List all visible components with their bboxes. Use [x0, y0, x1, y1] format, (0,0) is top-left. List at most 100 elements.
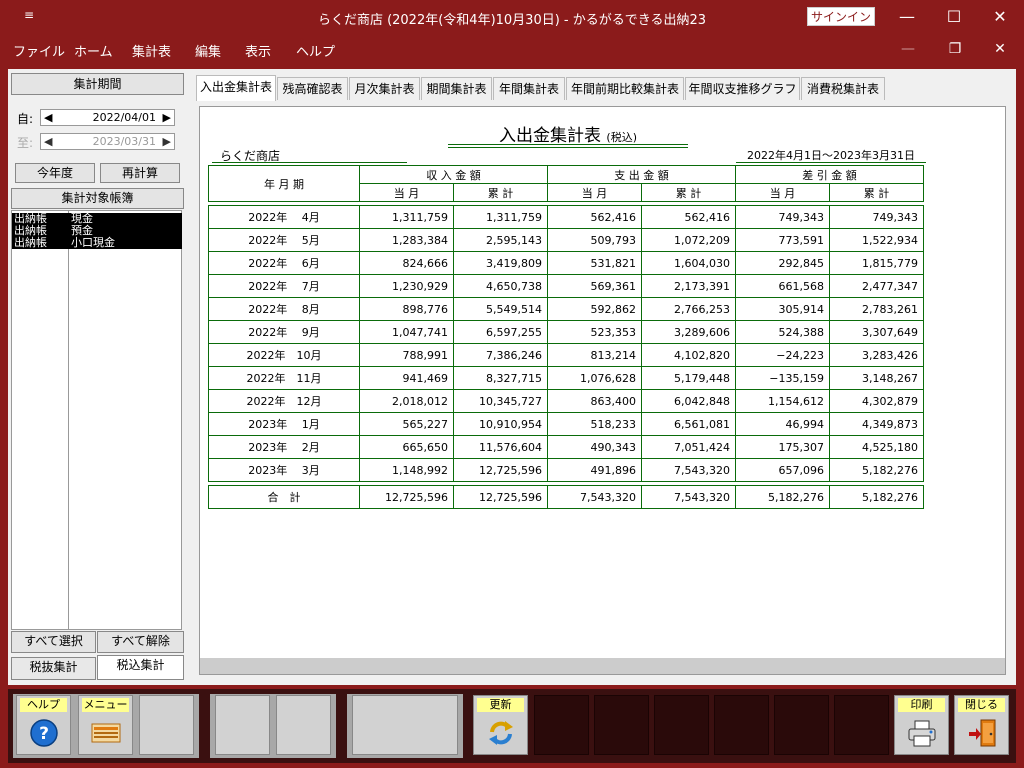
row-value: 824,666 — [359, 251, 454, 275]
row-value: 490,343 — [547, 435, 642, 459]
empty-button-1 — [139, 695, 194, 755]
target-books-button[interactable]: 集計対象帳簿 — [11, 188, 184, 209]
empty-button-9 — [774, 695, 829, 755]
this-year-button[interactable]: 今年度 — [15, 163, 95, 183]
tax-excluded-tab[interactable]: 税抜集計 — [11, 657, 96, 680]
row-value: 10,345,727 — [453, 389, 548, 413]
from-date-field[interactable]: ◀ 2022/04/01 ▶ — [40, 109, 175, 126]
select-all-button[interactable]: すべて選択 — [11, 631, 96, 653]
close-button[interactable]: ✕ — [980, 4, 1020, 30]
to-prev-icon[interactable]: ◀ — [44, 135, 52, 148]
menu-home[interactable]: ホーム — [74, 41, 113, 60]
col-expense: 支 出 金 額 — [547, 165, 736, 184]
signin-button[interactable]: サインイン — [807, 7, 875, 26]
row-value: 1,148,992 — [359, 458, 454, 482]
row-value: 7,386,246 — [453, 343, 548, 367]
table-row: 2022年 12月 2,018,012 10,345,727 863,400 6,042… — [208, 389, 924, 413]
menu-file[interactable]: ファイル — [13, 41, 65, 60]
row-value: 1,230,929 — [359, 274, 454, 298]
tab-period[interactable]: 期間集計表 — [421, 77, 492, 100]
tab-annual-graph[interactable]: 年間収支推移グラフ — [685, 77, 800, 100]
row-value: 11,576,604 — [453, 435, 548, 459]
row-month: 2023年 3月 — [208, 458, 360, 482]
menu-view[interactable]: 表示 — [245, 41, 271, 60]
row-value: 518,233 — [547, 412, 642, 436]
row-value: 4,102,820 — [641, 343, 736, 367]
row-value: 7,543,320 — [641, 458, 736, 482]
print-button[interactable]: 印刷 — [894, 695, 949, 755]
empty-button-2 — [215, 695, 270, 755]
total-row: 合 計 12,725,596 12,725,596 7,543,320 7,543,32… — [208, 485, 924, 509]
help-button[interactable]: ヘルプ ? — [16, 695, 71, 755]
row-value: 305,914 — [735, 297, 830, 321]
row-value: 4,302,879 — [829, 389, 924, 413]
row-value: 1,522,934 — [829, 228, 924, 252]
deselect-all-button[interactable]: すべて解除 — [97, 631, 184, 653]
tab-consumption-tax[interactable]: 消費税集計表 — [801, 77, 885, 100]
mdi-minimize-button[interactable]: — — [893, 41, 923, 57]
minimize-button[interactable]: — — [887, 4, 927, 30]
tax-included-tab[interactable]: 税込集計 — [97, 655, 184, 680]
row-value: 1,072,209 — [641, 228, 736, 252]
row-value: 562,416 — [547, 205, 642, 229]
mdi-close-button[interactable]: ✕ — [985, 41, 1015, 57]
table-row: 2023年 2月 665,650 11,576,604 490,343 7,051,42… — [208, 435, 924, 459]
update-button[interactable]: 更新 — [473, 695, 528, 755]
row-value: 3,307,649 — [829, 320, 924, 344]
menu-bar: ファイル ホーム 集計表 編集 表示 ヘルプ — ❐ ✕ — [0, 34, 1024, 64]
tab-balance-check[interactable]: 残高確認表 — [277, 77, 348, 100]
table-row: 2023年 1月 565,227 10,910,954 518,233 6,561,08… — [208, 412, 924, 436]
row-value: 10,910,954 — [453, 412, 548, 436]
table-row: 2023年 3月 1,148,992 12,725,596 491,896 7,543,… — [208, 458, 924, 482]
book-item-petty-cash[interactable]: 出納帳 小口現金 — [12, 237, 182, 249]
empty-button-4 — [352, 695, 458, 755]
row-value: 1,047,741 — [359, 320, 454, 344]
summary-table: 年 月 期 収 入 金 額 支 出 金 額 差 引 金 額 当 月 累 計 当 … — [208, 165, 924, 509]
mdi-restore-button[interactable]: ❐ — [940, 41, 970, 57]
to-date-field[interactable]: ◀ 2023/03/31 ▶ — [40, 133, 175, 150]
empty-button-3 — [276, 695, 331, 755]
row-value: 3,148,267 — [829, 366, 924, 390]
row-value: 898,776 — [359, 297, 454, 321]
row-value: 1,154,612 — [735, 389, 830, 413]
tab-cash-summary[interactable]: 入出金集計表 — [196, 75, 276, 101]
report-title-suffix: (税込) — [606, 131, 637, 144]
empty-button-8 — [714, 695, 769, 755]
menu-list-icon — [91, 723, 121, 743]
menu-summary[interactable]: 集計表 — [132, 41, 171, 60]
from-prev-icon[interactable]: ◀ — [44, 111, 52, 124]
report-period: 2022年4月1日～2023年3月31日 — [736, 147, 926, 163]
menu-help[interactable]: ヘルプ — [296, 41, 335, 60]
row-month: 2022年 5月 — [208, 228, 360, 252]
row-value: 292,845 — [735, 251, 830, 275]
menu-button[interactable]: メニュー — [78, 695, 133, 755]
row-value: 8,327,715 — [453, 366, 548, 390]
recalc-button[interactable]: 再計算 — [100, 163, 180, 183]
row-value: 2,477,347 — [829, 274, 924, 298]
tab-annual-compare[interactable]: 年間前期比較集計表 — [566, 77, 684, 100]
row-value: 1,815,779 — [829, 251, 924, 275]
row-value: 3,419,809 — [453, 251, 548, 275]
menu-edit[interactable]: 編集 — [195, 41, 221, 60]
row-value: 788,991 — [359, 343, 454, 367]
svg-text:?: ? — [39, 724, 49, 744]
tab-monthly[interactable]: 月次集計表 — [349, 77, 420, 100]
col-diff: 差 引 金 額 — [735, 165, 924, 184]
total-value: 12,725,596 — [453, 485, 548, 509]
row-value: 1,311,759 — [359, 205, 454, 229]
table-row: 2022年 9月 1,047,741 6,597,255 523,353 3,289,6… — [208, 320, 924, 344]
maximize-button[interactable]: ☐ — [934, 4, 974, 30]
row-value: 941,469 — [359, 366, 454, 390]
from-next-icon[interactable]: ▶ — [163, 111, 171, 124]
to-next-icon[interactable]: ▶ — [163, 135, 171, 148]
table-row: 2022年 4月 1,311,759 1,311,759 562,416 562,416… — [208, 205, 924, 229]
period-button[interactable]: 集計期間 — [11, 73, 184, 95]
row-value: 3,283,426 — [829, 343, 924, 367]
row-value: 592,862 — [547, 297, 642, 321]
tab-annual[interactable]: 年間集計表 — [493, 77, 565, 100]
close-app-button[interactable]: 閉じる — [954, 695, 1009, 755]
book-list[interactable]: 出納帳 現金 出納帳 預金 出納帳 小口現金 — [11, 210, 182, 630]
row-value: 569,361 — [547, 274, 642, 298]
row-month: 2022年 6月 — [208, 251, 360, 275]
row-month: 2022年 8月 — [208, 297, 360, 321]
